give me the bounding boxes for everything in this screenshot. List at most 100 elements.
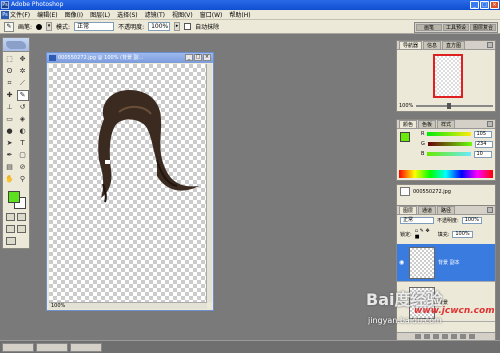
panel-menu-icon[interactable] (487, 121, 493, 127)
path-selection-tool-icon[interactable]: ➤ (4, 138, 16, 149)
palette-well-tab-tool-presets[interactable]: 工具预设 (443, 24, 469, 31)
pen-tool-icon[interactable]: ✒ (4, 150, 16, 161)
minimize-button[interactable]: _ (470, 1, 479, 9)
menu-filter[interactable]: 滤镜(T) (145, 10, 165, 19)
screen-mode-standard-icon[interactable] (6, 225, 15, 233)
opacity-dropdown[interactable]: ▸ (174, 22, 181, 31)
layer-row[interactable]: ◉ 背景 副本 (397, 244, 495, 282)
color-spectrum-ramp[interactable] (399, 170, 493, 178)
document-title-bar[interactable]: 000550272.jpg @ 100% (背景 副... _ □ × (47, 53, 213, 63)
new-adjustment-icon[interactable] (451, 334, 457, 339)
doc-maximize-button[interactable]: □ (194, 54, 202, 61)
tab-styles[interactable]: 样式 (437, 120, 456, 128)
layer-fill-field[interactable]: 100% (452, 230, 473, 238)
zoom-tool-icon[interactable]: ⚲ (17, 174, 29, 185)
history-snapshot-row[interactable]: 000550272.jpg (397, 185, 495, 198)
layer-row[interactable]: ◉ 背景 (397, 284, 495, 322)
doc-minimize-button[interactable]: _ (185, 54, 193, 61)
mode-select[interactable]: 正常 (74, 22, 115, 31)
healing-brush-tool-icon[interactable]: ✚ (4, 90, 16, 101)
channel-slider[interactable] (427, 132, 472, 136)
minimized-window-3[interactable] (70, 342, 102, 352)
history-brush-tool-icon[interactable]: ↺ (17, 102, 29, 113)
brush-tool-preset-icon[interactable]: ✎ (4, 21, 14, 32)
tab-channels[interactable]: 通道 (418, 206, 437, 214)
navigator-zoom-slider[interactable] (416, 103, 493, 109)
channel-value-field[interactable]: 10 (474, 150, 493, 158)
menu-help[interactable]: 帮助(H) (229, 10, 250, 19)
zoom-slider-handle[interactable] (446, 103, 451, 109)
standard-mode-icon[interactable] (6, 213, 15, 221)
blur-tool-icon[interactable]: ● (4, 126, 16, 137)
image-canvas[interactable] (49, 64, 207, 302)
menu-file[interactable]: 文件(F) (10, 10, 30, 19)
close-button[interactable]: × (490, 1, 499, 9)
channel-value-field[interactable]: 234 (474, 140, 493, 148)
navigator-thumbnail[interactable] (433, 54, 463, 98)
type-tool-icon[interactable]: T (17, 138, 29, 149)
hand-tool-icon[interactable]: ✋ (4, 174, 16, 185)
document-zoom-readout[interactable]: 100% (51, 303, 65, 309)
menu-layer[interactable]: 图层(L) (90, 10, 110, 19)
clone-stamp-tool-icon[interactable]: ⊥ (4, 102, 16, 113)
layer-opacity-field[interactable]: 100% (461, 217, 482, 224)
jump-to-imageready-icon[interactable] (6, 237, 16, 245)
crop-tool-icon[interactable]: ⌗ (4, 78, 16, 89)
eyedropper-tool-icon[interactable]: ⊘ (17, 162, 29, 173)
channel-slider[interactable] (427, 142, 472, 146)
menu-edit[interactable]: 编辑(E) (37, 10, 57, 19)
quick-mask-mode-icon[interactable] (17, 213, 26, 221)
magic-wand-tool-icon[interactable]: ✲ (17, 66, 29, 77)
menu-window[interactable]: 窗口(W) (200, 10, 223, 19)
panel-menu-icon[interactable] (487, 207, 493, 213)
menu-view[interactable]: 视图(V) (172, 10, 193, 19)
link-layers-icon[interactable] (415, 334, 421, 339)
eye-icon[interactable]: ◉ (399, 299, 406, 306)
eye-icon[interactable]: ◉ (399, 259, 406, 266)
eraser-tool-icon[interactable]: ▭ (4, 114, 16, 125)
brush-tool-icon[interactable]: ✎ (16, 90, 29, 101)
new-layer-icon[interactable] (460, 334, 466, 339)
lasso-tool-icon[interactable]: ʘ (4, 66, 16, 77)
marquee-tool-icon[interactable]: ⬚ (4, 54, 16, 65)
tab-layers[interactable]: 图层 (399, 206, 418, 214)
paint-bucket-tool-icon[interactable]: ◈ (17, 114, 29, 125)
brush-preview-icon[interactable] (36, 23, 43, 30)
tab-info[interactable]: 信息 (423, 41, 442, 49)
add-mask-icon[interactable] (433, 334, 439, 339)
minimized-window-2[interactable] (36, 342, 68, 352)
delete-layer-icon[interactable] (469, 334, 475, 339)
opacity-field[interactable]: 100% (148, 22, 171, 31)
navigator-zoom-value[interactable]: 100% (399, 103, 413, 109)
lock-icons[interactable]: ▫ ✎ ✥ ■ (415, 228, 435, 240)
maximize-button[interactable]: □ (480, 1, 489, 9)
tab-swatches[interactable]: 色板 (418, 120, 437, 128)
dodge-tool-icon[interactable]: ◐ (17, 126, 29, 137)
shape-tool-icon[interactable]: ▢ (17, 150, 29, 161)
menu-image[interactable]: 图像(I) (65, 10, 83, 19)
menu-select[interactable]: 选择(S) (117, 10, 138, 19)
foreground-color-swatch[interactable] (8, 191, 20, 203)
tab-histogram[interactable]: 直方图 (442, 41, 466, 49)
erase-to-history-checkbox[interactable] (184, 23, 192, 30)
layer-blend-mode-select[interactable]: 正常 (400, 217, 434, 224)
color-panel-foreground-swatch[interactable] (400, 132, 410, 142)
palette-well-tab-layer-comps[interactable]: 图层复合 (470, 24, 496, 31)
channel-slider[interactable] (427, 152, 472, 156)
tab-navigator[interactable]: 导航器 (399, 41, 423, 49)
palette-well-tab-brushes[interactable]: 画笔 (416, 24, 442, 31)
doc-close-button[interactable]: × (203, 54, 211, 61)
vertical-scrollbar[interactable] (206, 64, 212, 302)
notes-tool-icon[interactable]: ▤ (4, 162, 16, 173)
minimized-window-1[interactable] (2, 342, 34, 352)
new-set-icon[interactable] (442, 334, 448, 339)
channel-value-field[interactable]: 105 (474, 130, 493, 138)
toolbox-header[interactable] (3, 38, 29, 52)
slice-tool-icon[interactable]: ⟋ (17, 78, 29, 89)
screen-mode-full-icon[interactable] (17, 225, 26, 233)
tab-paths[interactable]: 路径 (437, 206, 456, 214)
add-style-icon[interactable] (424, 334, 430, 339)
panel-menu-icon[interactable] (487, 42, 493, 48)
tab-color[interactable]: 颜色 (399, 120, 418, 128)
brush-dropdown[interactable]: ▾ (46, 22, 53, 31)
